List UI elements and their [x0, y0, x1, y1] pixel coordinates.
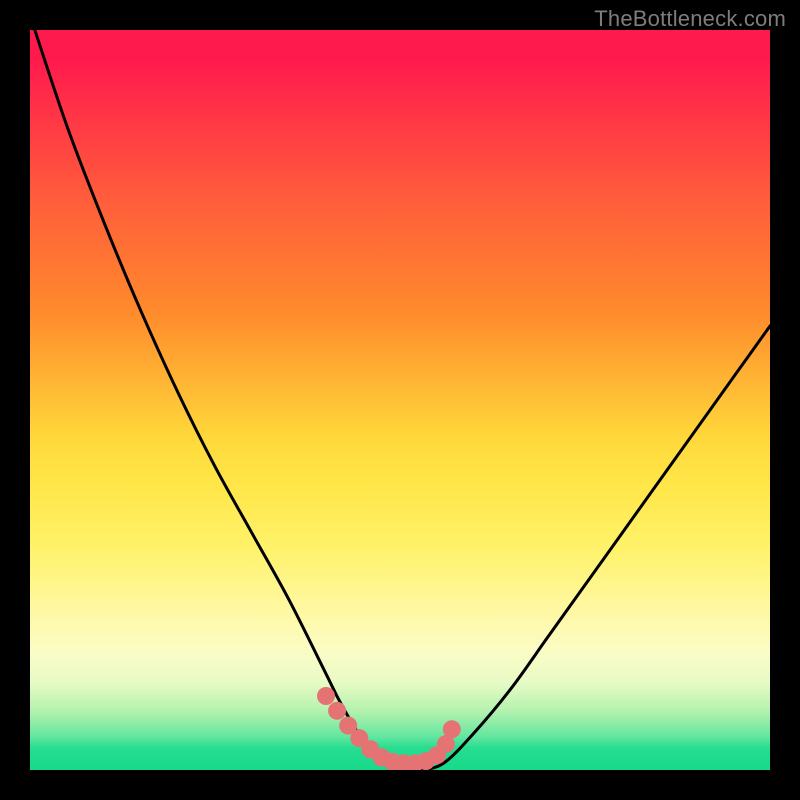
plot-area	[30, 30, 770, 770]
marker-dot	[328, 702, 346, 720]
curve-svg	[30, 30, 770, 770]
bottleneck-curve	[30, 30, 770, 770]
marker-dot	[317, 687, 335, 705]
marker-dot	[443, 720, 461, 738]
chart-frame: TheBottleneck.com	[0, 0, 800, 800]
watermark-text: TheBottleneck.com	[594, 6, 786, 32]
